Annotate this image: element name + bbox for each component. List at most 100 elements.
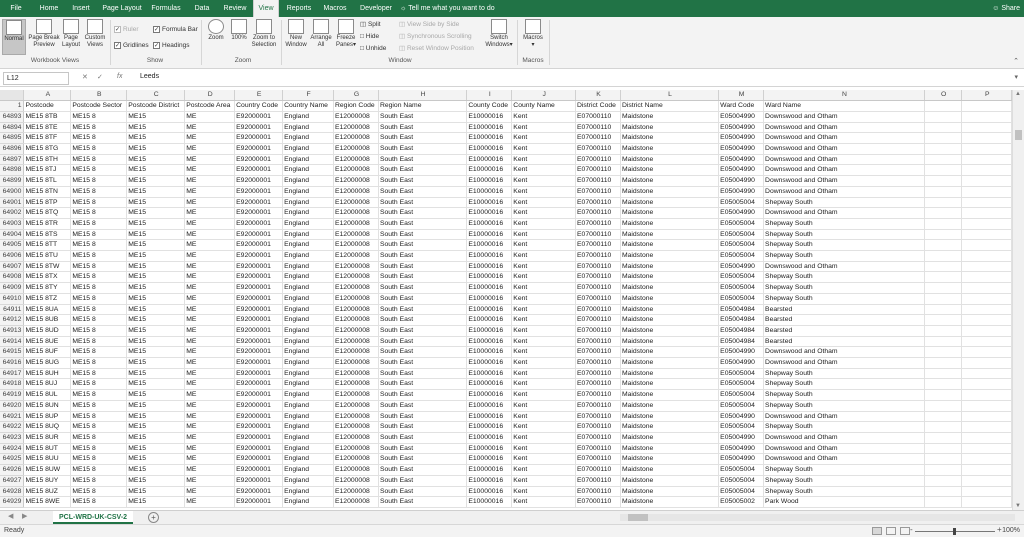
cell[interactable]: E05004990 bbox=[718, 411, 765, 423]
cell[interactable]: Maidstone bbox=[620, 400, 720, 412]
cell[interactable]: E12000008 bbox=[333, 453, 379, 466]
zoom-100-button[interactable]: 100% bbox=[229, 19, 249, 42]
cell[interactable]: E05005004 bbox=[718, 197, 765, 209]
cell[interactable]: ME15 bbox=[126, 261, 186, 273]
cell[interactable]: E12000008 bbox=[333, 239, 379, 252]
tab-view[interactable]: View bbox=[253, 0, 279, 17]
cell[interactable]: South East bbox=[378, 175, 468, 187]
cell[interactable] bbox=[924, 432, 963, 444]
cell[interactable]: ME15 8TN bbox=[23, 186, 72, 198]
cell[interactable]: Kent bbox=[511, 271, 576, 284]
cell[interactable]: England bbox=[282, 443, 334, 455]
cell[interactable]: Shepway South bbox=[763, 282, 925, 294]
cell[interactable]: Kent bbox=[511, 122, 576, 134]
cell[interactable]: ME15 8 bbox=[70, 336, 128, 348]
cell[interactable]: E07000110 bbox=[575, 411, 621, 423]
cell[interactable]: E92000001 bbox=[234, 250, 284, 262]
cell[interactable]: E05005004 bbox=[718, 400, 765, 412]
cell[interactable]: E92000001 bbox=[234, 122, 284, 134]
cell[interactable]: ME15 8TG bbox=[23, 143, 72, 155]
cell[interactable]: South East bbox=[378, 400, 468, 412]
cell[interactable]: ME15 8 bbox=[70, 164, 128, 177]
cell[interactable]: South East bbox=[378, 197, 468, 209]
header-cell[interactable] bbox=[924, 100, 963, 112]
cell[interactable]: Kent bbox=[511, 453, 576, 466]
column-header[interactable]: F bbox=[282, 90, 334, 102]
unhide-button[interactable]: □ Unhide bbox=[360, 44, 386, 53]
cell[interactable]: England bbox=[282, 207, 334, 219]
cell[interactable]: E07000110 bbox=[575, 432, 621, 444]
cell[interactable]: E12000008 bbox=[333, 261, 379, 273]
column-header[interactable]: E bbox=[234, 90, 284, 102]
cell[interactable]: Maidstone bbox=[620, 496, 720, 508]
cell[interactable]: England bbox=[282, 132, 334, 144]
cell[interactable]: E92000001 bbox=[234, 132, 284, 144]
cell[interactable]: Shepway South bbox=[763, 229, 925, 241]
cell[interactable]: E10000016 bbox=[466, 132, 513, 144]
cell[interactable]: Kent bbox=[511, 132, 576, 144]
cell[interactable]: E05004990 bbox=[718, 175, 765, 187]
cell[interactable] bbox=[961, 197, 1012, 209]
cell[interactable]: E10000016 bbox=[466, 475, 513, 487]
zoom-button[interactable]: Zoom bbox=[205, 19, 227, 42]
cell[interactable]: ME15 8TH bbox=[23, 154, 72, 166]
cell[interactable]: ME15 8UU bbox=[23, 453, 72, 466]
cell[interactable] bbox=[924, 378, 963, 391]
cell[interactable]: ME15 bbox=[126, 250, 186, 262]
headings-checkbox[interactable]: ✓ Headings bbox=[153, 41, 189, 50]
cell[interactable]: ME15 8TW bbox=[23, 261, 72, 273]
cell[interactable]: ME15 8 bbox=[70, 325, 128, 337]
cell[interactable]: South East bbox=[378, 122, 468, 134]
cell[interactable]: ME bbox=[184, 400, 236, 412]
cell[interactable] bbox=[924, 357, 963, 369]
column-header[interactable]: N bbox=[763, 90, 925, 102]
cell[interactable]: South East bbox=[378, 271, 468, 284]
cell[interactable]: E07000110 bbox=[575, 271, 621, 284]
cell[interactable]: ME15 bbox=[126, 111, 186, 123]
cell[interactable] bbox=[961, 304, 1012, 316]
header-cell[interactable]: Region Name bbox=[378, 100, 468, 112]
cell[interactable]: ME15 bbox=[126, 132, 186, 144]
cell[interactable]: England bbox=[282, 336, 334, 348]
sheet-tab[interactable]: PCL-WRD-UK-CSV-2 bbox=[53, 511, 134, 524]
cell[interactable]: South East bbox=[378, 443, 468, 455]
vertical-scrollbar[interactable]: ▲ ▼ bbox=[1012, 90, 1024, 510]
cell[interactable] bbox=[961, 271, 1012, 284]
cell[interactable]: England bbox=[282, 314, 334, 326]
cell[interactable]: E10000016 bbox=[466, 229, 513, 241]
cell[interactable]: E07000110 bbox=[575, 282, 621, 294]
cell[interactable]: ME15 bbox=[126, 464, 186, 476]
cell[interactable]: ME15 bbox=[126, 175, 186, 187]
cell[interactable]: South East bbox=[378, 357, 468, 369]
cell[interactable]: E10000016 bbox=[466, 218, 513, 230]
cell[interactable]: E92000001 bbox=[234, 432, 284, 444]
cell[interactable]: England bbox=[282, 453, 334, 466]
cell[interactable]: Maidstone bbox=[620, 207, 720, 219]
cell[interactable]: ME15 bbox=[126, 271, 186, 284]
cell[interactable]: E05004990 bbox=[718, 122, 765, 134]
cell[interactable]: ME bbox=[184, 346, 236, 359]
cell[interactable]: ME15 bbox=[126, 293, 186, 305]
cell[interactable]: E12000008 bbox=[333, 325, 379, 337]
row-number[interactable]: 64920 bbox=[0, 400, 25, 412]
cell[interactable]: E12000008 bbox=[333, 271, 379, 284]
cell[interactable]: E92000001 bbox=[234, 197, 284, 209]
cell[interactable]: E07000110 bbox=[575, 443, 621, 455]
cell[interactable]: E05004990 bbox=[718, 132, 765, 144]
cell[interactable]: ME15 8 bbox=[70, 132, 128, 144]
cell[interactable] bbox=[924, 496, 963, 508]
row-number[interactable]: 64907 bbox=[0, 261, 25, 273]
cell[interactable]: Kent bbox=[511, 143, 576, 155]
cell[interactable]: Maidstone bbox=[620, 432, 720, 444]
select-all-corner[interactable] bbox=[0, 90, 25, 102]
cell[interactable]: Shepway South bbox=[763, 475, 925, 487]
cell[interactable]: E12000008 bbox=[333, 411, 379, 423]
cell[interactable]: E05005002 bbox=[718, 496, 765, 508]
cell[interactable]: ME15 8 bbox=[70, 421, 128, 433]
normal-view-status-icon[interactable] bbox=[872, 527, 882, 535]
cell[interactable] bbox=[924, 261, 963, 273]
cell[interactable]: E05004990 bbox=[718, 432, 765, 444]
row-number[interactable]: 64928 bbox=[0, 486, 25, 498]
cell[interactable]: ME15 bbox=[126, 443, 186, 455]
cell[interactable]: Kent bbox=[511, 186, 576, 198]
